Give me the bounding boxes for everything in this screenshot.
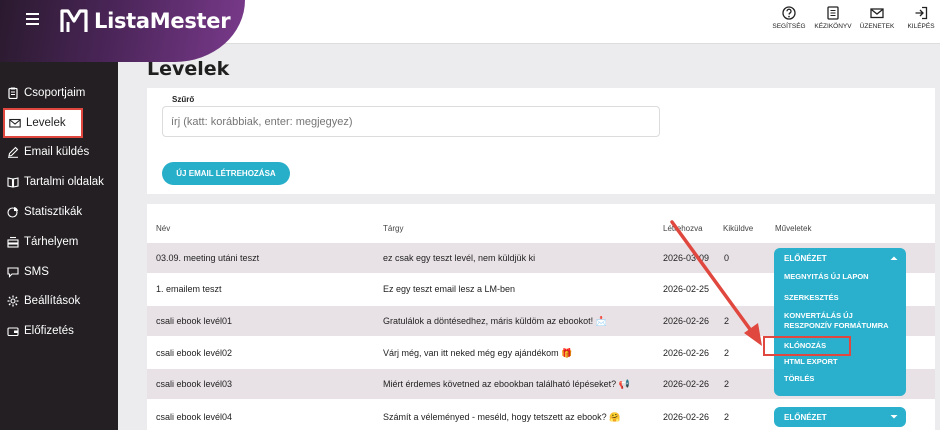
sidebar-item-label: Email küldés (24, 146, 90, 159)
pencil-icon (8, 147, 19, 159)
sidebar-item-csoportjaim[interactable]: Csoportjaim (0, 78, 118, 108)
sidebar-item-label: Tárhelyem (24, 235, 79, 248)
sidebar-item-label: Levelek (26, 116, 66, 129)
column-header-created[interactable]: Létrehozva (663, 224, 703, 233)
row-subject: Várj még, van itt neked még egy ajándéko… (383, 348, 573, 358)
chat-icon (7, 267, 19, 278)
actions-dropdown: ELŐNÉZET MEGNYITÁS ÚJ LAPON SZERKESZTÉS … (763, 248, 906, 396)
row-name: 1. emailem teszt (156, 284, 222, 294)
menu-item-edit[interactable]: SZERKESZTÉS (774, 293, 906, 303)
pie-chart-icon (7, 207, 18, 218)
menu-item-convert-responsive[interactable]: RESZPONZÍV FORMÁTUMRA (774, 321, 906, 331)
row-created: 2026-03-09 (663, 253, 710, 263)
row-subject: Miért érdemes követned az ebookban talál… (383, 379, 630, 389)
storage-icon (7, 236, 19, 248)
menu-item-html-export[interactable]: HTML EXPORT (774, 357, 906, 367)
column-header-sent[interactable]: Kiküldve (723, 224, 753, 233)
row-subject: Gratulálok a döntésedhez, máris küldöm a… (383, 316, 607, 326)
sidebar-item-tarhelyem[interactable]: Tárhelyem (0, 227, 118, 257)
messages-button[interactable]: ÜZENETEK (858, 6, 896, 30)
sidebar-item-statisztikak[interactable]: Statisztikák (0, 197, 118, 227)
sidebar-item-label: Tartalmi oldalak (24, 176, 104, 189)
filter-label: Szűrő (172, 95, 195, 104)
sidebar-item-sms[interactable]: SMS (0, 257, 118, 287)
sidebar-item-label: Előfizetés (24, 325, 74, 338)
row-created: 2026-02-26 (663, 412, 710, 422)
preview-dropdown-button-row6[interactable]: ELŐNÉZET (774, 407, 906, 427)
sidebar-item-elofizetes[interactable]: Előfizetés (0, 316, 118, 346)
filter-input[interactable] (162, 106, 660, 137)
logout-icon (915, 6, 928, 20)
book-icon (7, 177, 19, 188)
manual-icon (827, 6, 839, 20)
row-created: 2026-02-26 (663, 316, 710, 326)
row-name: 03.09. meeting utáni teszt (156, 253, 260, 263)
row-name: csali ebook levél01 (156, 316, 233, 326)
row-sent: 2 (724, 316, 730, 326)
brand-logo[interactable]: ListaMester (60, 8, 231, 34)
row-created: 2026-02-26 (663, 379, 710, 389)
chevron-down-icon (890, 415, 898, 419)
manual-button[interactable]: KÉZIKÖNYV (814, 6, 852, 30)
sidebar-item-label: SMS (24, 265, 49, 278)
row-sent: 2 (724, 412, 730, 422)
menu-item-open-new-tab[interactable]: MEGNYITÁS ÚJ LAPON (774, 272, 906, 282)
gear-icon (7, 295, 19, 307)
filter-card: Szűrő ÚJ EMAIL LÉTREHOZÁSA (147, 88, 935, 194)
menu-item-delete[interactable]: TÖRLÉS (774, 374, 906, 384)
sidebar-item-label: Beállítások (24, 295, 81, 308)
logout-label: KILÉPÉS (907, 23, 935, 30)
column-header-subject[interactable]: Tárgy (383, 224, 403, 233)
row-subject: ez csak egy teszt levél, nem küldjük ki (383, 253, 536, 263)
clipboard-icon (8, 87, 18, 99)
row-name: csali ebook levél04 (156, 412, 233, 422)
row-name: csali ebook levél03 (156, 379, 233, 389)
help-button[interactable]: SEGÍTSÉG (770, 6, 808, 30)
mail-icon (870, 8, 884, 19)
help-icon (782, 6, 796, 20)
row-sent: 2 (724, 348, 730, 358)
sidebar-item-email-kuldes[interactable]: Email küldés (0, 138, 118, 168)
logout-button[interactable]: KILÉPÉS (902, 6, 940, 30)
menu-item-convert[interactable]: KONVERTÁLÁS ÚJ (774, 311, 906, 321)
column-header-actions: Műveletek (775, 224, 812, 233)
column-header-name[interactable]: Név (156, 224, 170, 233)
help-label: SEGÍTSÉG (772, 23, 806, 30)
manual-label: KÉZIKÖNYV (814, 23, 852, 30)
row-sent: 0 (724, 253, 730, 263)
sidebar-nav: Csoportjaim Levelek Email küldés Tartalm… (0, 78, 118, 346)
sidebar-item-label: Csoportjaim (24, 86, 86, 99)
row-sent: 2 (724, 379, 730, 389)
row-created: 2026-02-25 (663, 284, 710, 294)
envelope-icon (9, 118, 21, 128)
sidebar-item-tartalmi-oldalak[interactable]: Tartalmi oldalak (0, 167, 118, 197)
sidebar-item-label: Statisztikák (24, 206, 83, 219)
wallet-icon (7, 327, 19, 337)
messages-label: ÜZENETEK (859, 23, 895, 30)
preview-label: ELŐNÉZET (784, 253, 827, 263)
menu-item-clone[interactable]: KLÓNOZÁS (763, 336, 851, 356)
hamburger-menu-icon[interactable] (26, 13, 39, 28)
row-subject: Számít a véleményed - meséld, hogy tetsz… (383, 412, 621, 422)
sidebar-item-levelek[interactable]: Levelek (3, 107, 83, 138)
row-created: 2026-02-26 (663, 348, 710, 358)
row-name: csali ebook levél02 (156, 348, 233, 358)
brand-name: ListaMester (94, 9, 231, 33)
new-email-button[interactable]: ÚJ EMAIL LÉTREHOZÁSA (162, 162, 290, 185)
chevron-up-icon (890, 256, 898, 260)
preview-dropdown-button[interactable]: ELŐNÉZET (774, 248, 906, 268)
listamester-logo-icon (60, 9, 88, 32)
row-subject: Ez egy teszt email lesz a LM-ben (383, 284, 516, 294)
top-bar-actions: SEGÍTSÉG KÉZIKÖNYV ÜZENETEK KILÉPÉS (764, 6, 940, 30)
preview-label: ELŐNÉZET (784, 412, 827, 422)
sidebar-item-beallitasok[interactable]: Beállítások (0, 287, 118, 317)
